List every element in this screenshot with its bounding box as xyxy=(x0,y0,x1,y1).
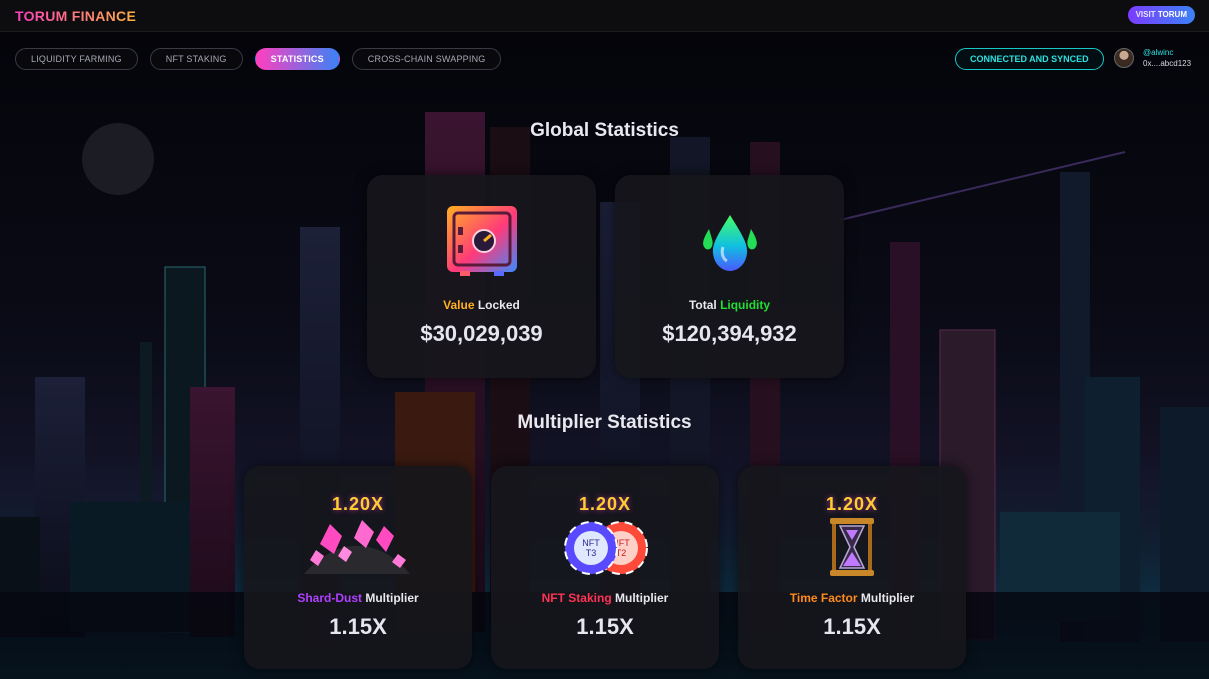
time-factor-label-rest: Multiplier xyxy=(860,591,915,605)
crystal-pile-icon xyxy=(304,520,410,574)
value-locked-label: Value Locked xyxy=(367,298,596,312)
avatar[interactable] xyxy=(1114,48,1134,68)
value-locked-amount: $30,029,039 xyxy=(420,321,543,346)
time-factor-label: Time Factor Multiplier xyxy=(738,591,966,605)
shard-dust-label-highlight: Shard-Dust xyxy=(297,591,362,605)
nft-staking-multiplier-card: 1.20X NFT T2 NFT T3 NFT Staking Multipli… xyxy=(491,466,719,669)
safe-icon xyxy=(447,206,517,276)
user-info[interactable]: @alwinc 0x....abcd123 xyxy=(1143,47,1191,69)
tab-statistics[interactable]: STATISTICS xyxy=(254,48,340,70)
brand-logo[interactable]: TORUM FINANCE xyxy=(15,8,136,24)
nft-staking-badge: 1.20X xyxy=(578,494,632,514)
global-statistics-title: Global Statistics xyxy=(530,120,679,141)
total-liquidity-label: Total Liquidity xyxy=(615,298,844,312)
multiplier-statistics-title: Multiplier Statistics xyxy=(517,412,692,433)
visit-prefix: VISIT xyxy=(1135,10,1156,19)
nav-tabs: LIQUIDITY FARMING NFT STAKING STATISTICS… xyxy=(15,48,502,70)
value-locked-label-highlight: Value xyxy=(443,298,475,312)
total-liquidity-card: Total Liquidity $120,394,932 xyxy=(615,175,844,378)
shard-dust-label-rest: Multiplier xyxy=(365,591,419,605)
value-locked-card: Value Locked $30,029,039 xyxy=(367,175,596,378)
visit-name: TORUM xyxy=(1157,10,1187,19)
shard-dust-label: Shard-Dust Multiplier xyxy=(244,591,472,605)
time-factor-value: 1.15X xyxy=(823,614,881,639)
connection-status-button[interactable]: CONNECTED AND SYNCED xyxy=(955,48,1104,70)
tab-liquidity-farming[interactable]: LIQUIDITY FARMING xyxy=(15,48,138,70)
shard-dust-value: 1.15X xyxy=(329,614,387,639)
nft-staking-label-highlight: NFT Staking xyxy=(541,591,612,605)
wallet-address: 0x....abcd123 xyxy=(1143,59,1192,68)
tab-nft-staking[interactable]: NFT STAKING xyxy=(149,48,243,70)
nft-staking-label: NFT Staking Multiplier xyxy=(491,591,719,605)
nft-chips-icon: NFT T2 NFT T3 xyxy=(564,521,648,575)
value-locked-label-rest: Locked xyxy=(477,298,520,312)
svg-text:NFT: NFT xyxy=(582,538,600,548)
time-factor-label-highlight: Time Factor xyxy=(789,591,858,605)
top-bar: TORUM FINANCE VISIT TORUM xyxy=(0,0,1209,32)
nft-staking-label-rest: Multiplier xyxy=(615,591,669,605)
total-liquidity-label-highlight: Liquidity xyxy=(720,298,771,312)
svg-text:T3: T3 xyxy=(586,548,597,558)
shard-dust-multiplier-card: 1.20X Shard-Dust Multiplier 1.15X xyxy=(244,466,472,669)
total-liquidity-amount: $120,394,932 xyxy=(662,321,797,346)
visit-torum-button[interactable]: VISIT TORUM xyxy=(1127,6,1195,24)
user-handle: @alwinc xyxy=(1143,48,1174,57)
total-liquidity-label-rest: Total xyxy=(688,298,717,312)
nft-staking-value: 1.15X xyxy=(576,614,634,639)
time-factor-multiplier-card: 1.20X Time Factor Multiplier 1.15X xyxy=(738,466,966,669)
tab-cross-chain-swapping[interactable]: CROSS-CHAIN SWAPPING xyxy=(351,48,502,70)
hourglass-icon xyxy=(830,518,874,576)
droplets-icon xyxy=(703,215,757,271)
shard-dust-badge: 1.20X xyxy=(331,494,385,514)
time-factor-badge: 1.20X xyxy=(825,494,879,514)
